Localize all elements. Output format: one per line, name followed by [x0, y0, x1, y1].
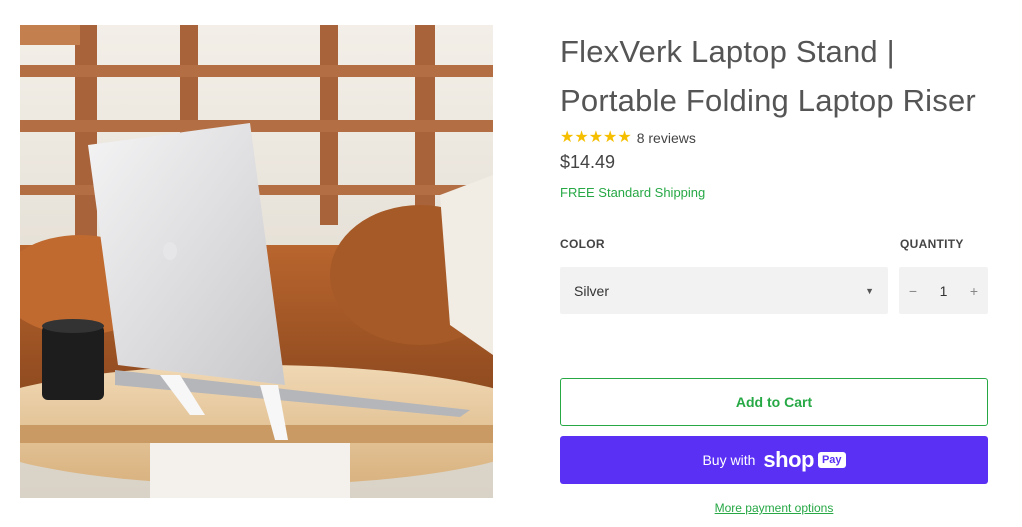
- star-rating-icon: ★★★★★: [560, 129, 632, 146]
- shop-pay-button[interactable]: Buy with shop Pay: [560, 436, 988, 484]
- quantity-increase-button[interactable]: +: [960, 283, 988, 299]
- buy-with-label: Buy with: [702, 452, 756, 468]
- quantity-input[interactable]: 1: [927, 283, 960, 299]
- add-to-cart-button[interactable]: Add to Cart: [560, 378, 988, 426]
- option-labels: COLOR QUANTITY: [560, 237, 988, 253]
- pay-badge: Pay: [817, 452, 846, 468]
- product-title: FlexVerk Laptop Stand | Portable Folding…: [560, 34, 976, 118]
- reviews-count[interactable]: 8 reviews: [637, 130, 696, 146]
- rating-row[interactable]: ★★★★★ 8 reviews: [560, 129, 988, 147]
- quantity-decrease-button[interactable]: −: [899, 283, 927, 299]
- quantity-stepper[interactable]: − 1 +: [899, 267, 988, 314]
- quantity-label: QUANTITY: [900, 237, 964, 251]
- product-price: $14.49: [560, 152, 616, 172]
- color-select-value: Silver: [574, 282, 610, 299]
- laptop-stand-photo: [20, 25, 493, 498]
- shop-logo: shop: [763, 447, 814, 472]
- color-select[interactable]: Silver ▼: [560, 267, 888, 314]
- product-info: FlexVerk Laptop Stand | Portable Folding…: [560, 25, 988, 515]
- color-label: COLOR: [560, 237, 605, 251]
- more-payment-options-link[interactable]: More payment options: [560, 501, 988, 515]
- shipping-note: FREE Standard Shipping: [560, 185, 706, 200]
- chevron-down-icon: ▼: [865, 285, 874, 296]
- option-controls: Silver ▼ − 1 +: [560, 267, 988, 314]
- product-image[interactable]: [20, 25, 493, 498]
